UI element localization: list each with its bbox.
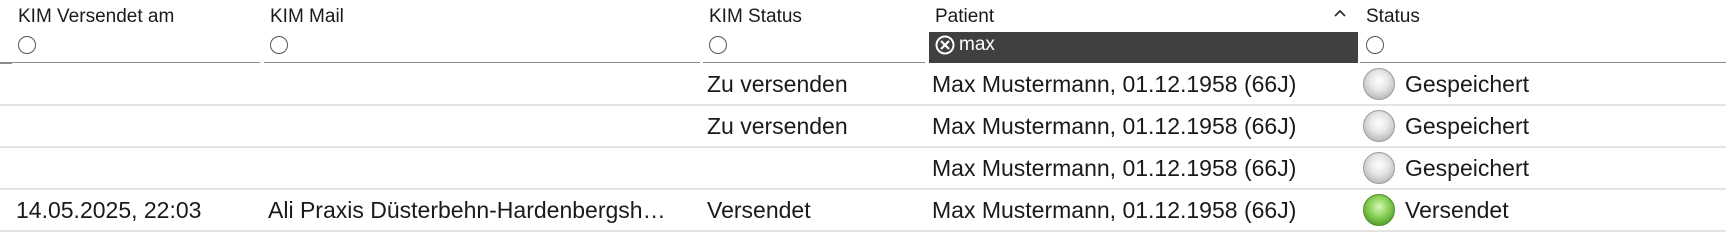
cell-status: Versendet bbox=[1363, 190, 1723, 230]
status-label: Gespeichert bbox=[1405, 71, 1530, 97]
cell-kim-status bbox=[707, 148, 923, 188]
column-header-kim-versendet-am[interactable]: KIM Versendet am bbox=[12, 0, 260, 64]
column-filter-kim-mail[interactable] bbox=[264, 32, 700, 63]
table-body: Zu versenden Max Mustermann, 01.12.1958 … bbox=[0, 64, 1726, 232]
column-filter-kim-versendet-am[interactable] bbox=[12, 32, 260, 63]
cell-patient: Max Mustermann, 01.12.1958 (66J) bbox=[932, 113, 1297, 139]
column-header-kim-mail[interactable]: KIM Mail bbox=[264, 0, 700, 64]
cell-kim-versendet-am bbox=[16, 106, 256, 146]
cell-kim-mail bbox=[268, 106, 696, 146]
clear-filter-icon[interactable] bbox=[935, 35, 955, 55]
status-label: Gespeichert bbox=[1405, 155, 1530, 181]
cell-kim-versendet-am bbox=[16, 148, 256, 188]
filter-input-value[interactable]: max bbox=[959, 34, 995, 56]
cell-status: Gespeichert bbox=[1363, 106, 1723, 146]
status-led-green-icon bbox=[1363, 194, 1395, 226]
status-led-gray-icon bbox=[1363, 110, 1395, 142]
cell-kim-status: Zu versenden bbox=[707, 71, 848, 97]
status-led-gray-icon bbox=[1363, 152, 1395, 184]
cell-kim-mail bbox=[268, 148, 696, 188]
column-filter-kim-status[interactable] bbox=[703, 32, 925, 63]
cell-kim-mail bbox=[268, 64, 696, 104]
column-title: KIM Status bbox=[709, 6, 802, 27]
column-title: KIM Mail bbox=[270, 6, 344, 27]
column-header-patient[interactable]: Patient max bbox=[929, 0, 1358, 64]
cell-kim-status: Versendet bbox=[707, 197, 811, 223]
cell-status: Gespeichert bbox=[1363, 64, 1723, 104]
cell-kim-versendet-am: 14.05.2025, 22:03 bbox=[16, 197, 202, 223]
status-label: Versendet bbox=[1405, 197, 1509, 223]
table-row[interactable]: 14.05.2025, 22:03 Ali Praxis Düsterbehn-… bbox=[0, 190, 1726, 232]
table-row[interactable]: Zu versenden Max Mustermann, 01.12.1958 … bbox=[0, 106, 1726, 148]
column-filter-patient[interactable]: max bbox=[929, 32, 1358, 63]
cell-patient: Max Mustermann, 01.12.1958 (66J) bbox=[932, 155, 1297, 181]
table-row[interactable]: Max Mustermann, 01.12.1958 (66J) Gespeic… bbox=[0, 148, 1726, 190]
column-title: Patient bbox=[935, 6, 995, 27]
sort-ascending-icon[interactable] bbox=[1333, 8, 1347, 18]
cell-kim-versendet-am bbox=[16, 64, 256, 104]
status-label: Gespeichert bbox=[1405, 113, 1530, 139]
column-filter-status[interactable] bbox=[1360, 32, 1726, 63]
column-header-kim-status[interactable]: KIM Status bbox=[703, 0, 925, 64]
cell-patient: Max Mustermann, 01.12.1958 (66J) bbox=[932, 197, 1297, 223]
column-header-status[interactable]: Status bbox=[1360, 0, 1726, 64]
cell-kim-mail: Ali Praxis Düsterbehn-Hardenbergsh… bbox=[268, 197, 666, 223]
kim-table: KIM Versendet am KIM Mail KIM Status Pat… bbox=[0, 0, 1726, 242]
column-title: Status bbox=[1366, 6, 1420, 27]
filter-radio-icon[interactable] bbox=[1366, 36, 1384, 54]
cell-patient: Max Mustermann, 01.12.1958 (66J) bbox=[932, 71, 1297, 97]
filter-radio-icon[interactable] bbox=[18, 36, 36, 54]
cell-status: Gespeichert bbox=[1363, 148, 1723, 188]
column-title: KIM Versendet am bbox=[18, 6, 175, 27]
table-row[interactable]: Zu versenden Max Mustermann, 01.12.1958 … bbox=[0, 64, 1726, 106]
status-led-gray-icon bbox=[1363, 68, 1395, 100]
table-header: KIM Versendet am KIM Mail KIM Status Pat… bbox=[0, 0, 1726, 64]
filter-radio-icon[interactable] bbox=[270, 36, 288, 54]
filter-radio-icon[interactable] bbox=[709, 36, 727, 54]
cell-kim-status: Zu versenden bbox=[707, 113, 848, 139]
